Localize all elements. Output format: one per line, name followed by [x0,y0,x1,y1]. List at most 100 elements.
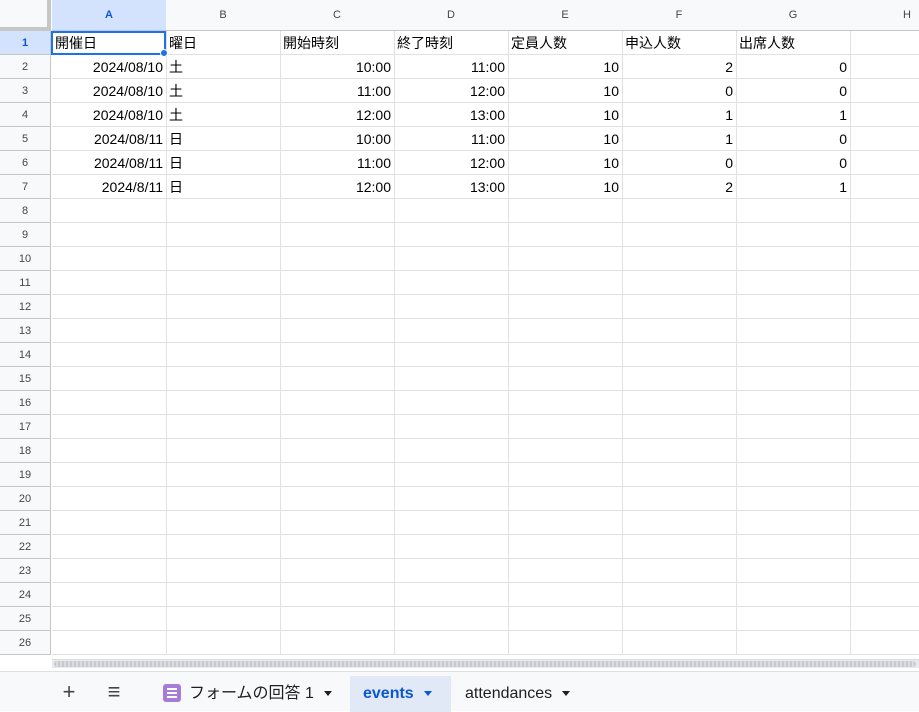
cell-h26[interactable] [850,631,919,655]
cell-a17[interactable] [52,415,167,439]
cell-g14[interactable] [736,343,851,367]
cell-c1[interactable]: 開始時刻 [280,31,395,55]
cell-h10[interactable] [850,247,919,271]
cell-d8[interactable] [394,199,509,223]
cell-a12[interactable] [52,295,167,319]
row-header-17[interactable]: 17 [0,415,51,439]
cell-f12[interactable] [622,295,737,319]
cell-h23[interactable] [850,559,919,583]
cell-b22[interactable] [166,535,281,559]
cell-d10[interactable] [394,247,509,271]
cell-d24[interactable] [394,583,509,607]
cell-h3[interactable] [850,79,919,103]
cell-h13[interactable] [850,319,919,343]
cell-c26[interactable] [280,631,395,655]
cell-b21[interactable] [166,511,281,535]
cell-e15[interactable] [508,367,623,391]
cell-b1[interactable]: 曜日 [166,31,281,55]
cell-g5[interactable]: 0 [736,127,851,151]
cell-h9[interactable] [850,223,919,247]
cell-c2[interactable]: 10:00 [280,55,395,79]
cell-d9[interactable] [394,223,509,247]
cell-a21[interactable] [52,511,167,535]
cell-b24[interactable] [166,583,281,607]
cell-h5[interactable] [850,127,919,151]
cell-c7[interactable]: 12:00 [280,175,395,199]
row-header-24[interactable]: 24 [0,583,51,607]
tab-form-responses[interactable]: フォームの回答 1 [153,676,342,712]
chevron-down-icon[interactable] [323,691,332,697]
cell-g12[interactable] [736,295,851,319]
row-header-11[interactable]: 11 [0,271,51,295]
cell-b3[interactable]: 土 [166,79,281,103]
cell-e26[interactable] [508,631,623,655]
chevron-down-icon[interactable] [423,691,432,697]
chevron-down-icon[interactable] [562,691,571,697]
cell-h20[interactable] [850,487,919,511]
cell-g6[interactable]: 0 [736,151,851,175]
column-header-h[interactable]: H [850,0,919,31]
cell-f23[interactable] [622,559,737,583]
row-header-2[interactable]: 2 [0,55,51,79]
cell-d15[interactable] [394,367,509,391]
cell-d2[interactable]: 11:00 [394,55,509,79]
select-all-corner[interactable] [0,0,51,31]
cell-a25[interactable] [52,607,167,631]
cell-e13[interactable] [508,319,623,343]
cell-f16[interactable] [622,391,737,415]
cell-g25[interactable] [736,607,851,631]
cell-g18[interactable] [736,439,851,463]
cell-c25[interactable] [280,607,395,631]
cell-h21[interactable] [850,511,919,535]
cell-a2[interactable]: 2024/08/10 [52,55,167,79]
cell-f20[interactable] [622,487,737,511]
cell-d14[interactable] [394,343,509,367]
cell-h18[interactable] [850,439,919,463]
row-header-14[interactable]: 14 [0,343,51,367]
cell-c18[interactable] [280,439,395,463]
cell-e23[interactable] [508,559,623,583]
cell-b7[interactable]: 日 [166,175,281,199]
cell-g3[interactable]: 0 [736,79,851,103]
cell-h17[interactable] [850,415,919,439]
cell-g1[interactable]: 出席人数 [736,31,851,55]
cell-c8[interactable] [280,199,395,223]
cell-f8[interactable] [622,199,737,223]
cell-f25[interactable] [622,607,737,631]
cell-h19[interactable] [850,463,919,487]
cell-h2[interactable] [850,55,919,79]
cell-a26[interactable] [52,631,167,655]
cell-a23[interactable] [52,559,167,583]
cell-a1[interactable]: 開催日 [52,31,167,55]
cell-a8[interactable] [52,199,167,223]
column-header-f[interactable]: F [622,0,737,31]
cell-h24[interactable] [850,583,919,607]
spreadsheet-grid[interactable]: ABCDEFGH 1 2 3 4 5 6 7 8 9 10 11 12 13 14 15 16 17 18 19 20… [0,0,919,658]
cell-b10[interactable] [166,247,281,271]
cell-b14[interactable] [166,343,281,367]
cell-a16[interactable] [52,391,167,415]
cell-a6[interactable]: 2024/08/11 [52,151,167,175]
cell-g24[interactable] [736,583,851,607]
cell-e18[interactable] [508,439,623,463]
cell-g16[interactable] [736,391,851,415]
cell-e7[interactable]: 10 [508,175,623,199]
cell-c21[interactable] [280,511,395,535]
cell-c14[interactable] [280,343,395,367]
cell-h4[interactable] [850,103,919,127]
cell-d20[interactable] [394,487,509,511]
row-header-6[interactable]: 6 [0,151,51,175]
cell-b23[interactable] [166,559,281,583]
cell-e11[interactable] [508,271,623,295]
row-header-8[interactable]: 8 [0,199,51,223]
cell-g26[interactable] [736,631,851,655]
fill-handle[interactable] [160,49,168,57]
cell-c15[interactable] [280,367,395,391]
row-header-19[interactable]: 19 [0,463,51,487]
cell-f4[interactable]: 1 [622,103,737,127]
cell-f6[interactable]: 0 [622,151,737,175]
cell-c16[interactable] [280,391,395,415]
cell-e10[interactable] [508,247,623,271]
cell-a11[interactable] [52,271,167,295]
cell-e1[interactable]: 定員人数 [508,31,623,55]
